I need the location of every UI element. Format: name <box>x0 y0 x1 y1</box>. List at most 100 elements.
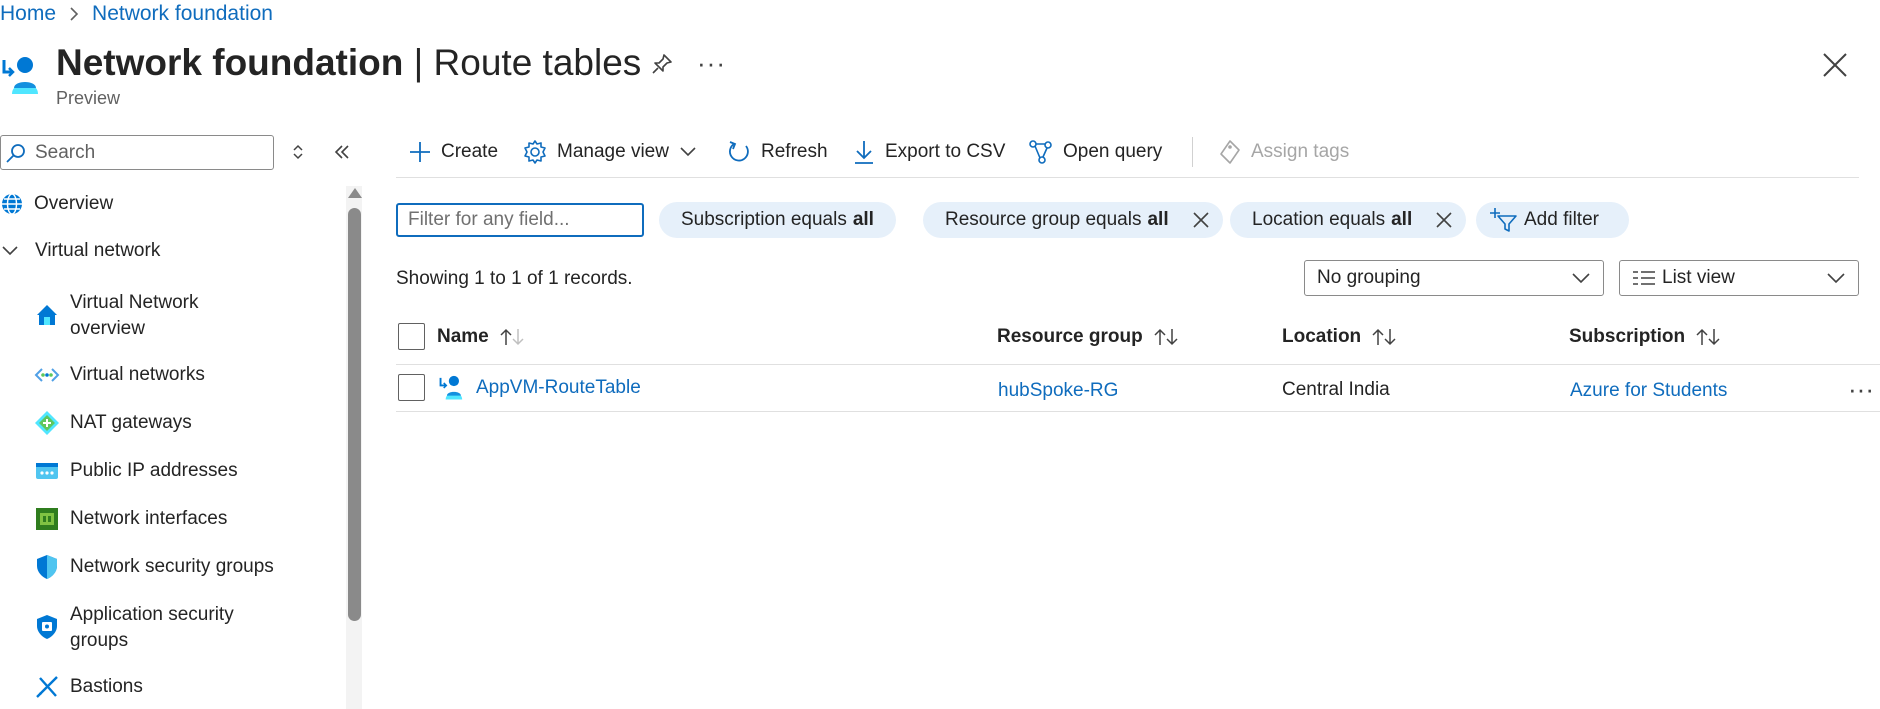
column-header-subscription[interactable]: Subscription <box>1569 326 1721 348</box>
column-header-label: Location <box>1282 326 1362 347</box>
select-all-checkbox[interactable] <box>398 323 425 350</box>
sidebar-item-network-interfaces[interactable]: Network interfaces <box>34 506 227 532</box>
open-query-button[interactable]: Open query <box>1028 137 1162 167</box>
sort-asc-icon[interactable] <box>499 327 525 347</box>
breadcrumb: Home Network foundation <box>0 0 273 28</box>
sidebar-scroll-thumb[interactable] <box>348 208 361 621</box>
remove-filter-icon[interactable] <box>1191 210 1211 230</box>
nsg-shield-icon <box>34 554 60 580</box>
table-row-location-cell: Central India <box>1282 379 1390 400</box>
assign-tags-button[interactable]: Assign tags <box>1218 137 1349 167</box>
close-icon[interactable] <box>1820 50 1850 80</box>
filter-pill-label: Location equals <box>1252 209 1386 230</box>
sidebar-item-label: Network security groups <box>70 556 274 577</box>
chevron-right-icon <box>68 6 80 22</box>
pin-icon[interactable] <box>650 52 674 76</box>
public-ip-icon <box>34 458 60 484</box>
table-row-subscription-cell: Azure for Students <box>1570 380 1727 402</box>
add-filter-button[interactable]: Add filter <box>1476 202 1629 238</box>
export-csv-label: Export to CSV <box>885 141 1006 162</box>
column-header-label: Subscription <box>1569 326 1686 347</box>
sort-icon[interactable] <box>1371 327 1397 347</box>
filter-pill-value: all <box>1391 209 1413 230</box>
more-options-icon[interactable]: ··· <box>697 48 726 79</box>
sidebar-item-label-line2: overview <box>70 318 145 339</box>
sidebar-item-bastions[interactable]: Bastions <box>34 674 143 700</box>
chevron-down-icon <box>678 145 698 159</box>
create-button[interactable]: Create <box>408 137 498 167</box>
add-filter-label: Add filter <box>1524 209 1599 230</box>
page-subtitle: Preview <box>56 88 121 108</box>
scroll-up-arrow-icon[interactable] <box>348 188 362 198</box>
assign-tags-label: Assign tags <box>1251 141 1350 162</box>
route-table-icon <box>438 374 466 402</box>
filter-pill-subscription[interactable]: Subscription equals all <box>659 202 896 238</box>
add-filter-icon <box>1490 207 1518 233</box>
sort-updown-icon[interactable] <box>291 143 305 161</box>
column-header-label: Name <box>437 326 489 347</box>
view-dropdown[interactable]: List view <box>1619 260 1859 296</box>
sidebar-group-virtual-network[interactable]: Virtual network <box>0 240 160 262</box>
sidebar-item-label: Network interfaces <box>70 508 228 529</box>
sidebar-item-nsg[interactable]: Network security groups <box>34 554 274 580</box>
route-table-icon <box>0 54 44 98</box>
refresh-label: Refresh <box>761 141 828 162</box>
bastion-icon <box>34 674 60 700</box>
sidebar-item-public-ip[interactable]: Public IP addresses <box>34 458 238 484</box>
sort-icon[interactable] <box>1695 327 1721 347</box>
sidebar-item-overview[interactable]: Overview <box>0 192 113 216</box>
checkbox[interactable] <box>398 374 425 401</box>
resource-name-link[interactable]: AppVM-RouteTable <box>476 377 641 399</box>
house-icon <box>34 302 60 328</box>
filter-pill-label: Subscription equals <box>681 209 847 230</box>
search-icon <box>5 142 27 164</box>
filter-input[interactable] <box>396 203 644 237</box>
filter-pill-resource-group[interactable]: Resource group equals all <box>923 202 1223 238</box>
create-label: Create <box>441 141 499 162</box>
toolbar-divider <box>1192 137 1193 167</box>
resource-group-link[interactable]: hubSpoke-RG <box>998 380 1118 402</box>
subscription-link[interactable]: Azure for Students <box>1570 380 1727 402</box>
sidebar-item-nat-gateways[interactable]: NAT gateways <box>34 410 192 436</box>
plus-icon <box>408 140 432 164</box>
sidebar-item-label: Public IP addresses <box>70 460 238 481</box>
column-header-resource-group[interactable]: Resource group <box>997 326 1179 348</box>
sidebar-item-label: NAT gateways <box>70 412 192 433</box>
filter-pill-value: all <box>852 209 874 230</box>
nat-gateway-icon <box>34 410 60 436</box>
sidebar-item-virtual-networks[interactable]: Virtual networks <box>34 362 205 388</box>
sidebar-search[interactable] <box>0 135 274 170</box>
vnet-icon <box>34 362 60 388</box>
list-view-icon <box>1632 269 1656 287</box>
manage-view-button[interactable]: Manage view <box>522 137 698 167</box>
toolbar-separator <box>396 177 1859 178</box>
grouping-selected-value: No grouping <box>1317 267 1421 288</box>
filter-pill-location[interactable]: Location equals all <box>1230 202 1467 238</box>
row-more-options-icon[interactable]: ··· <box>1848 374 1874 405</box>
checkbox[interactable] <box>398 323 425 350</box>
chevron-down-icon <box>0 244 24 258</box>
sidebar-item-label: Virtual Network <box>70 292 199 313</box>
grouping-dropdown[interactable]: No grouping <box>1304 260 1604 296</box>
query-graph-icon <box>1028 139 1054 165</box>
column-header-location[interactable]: Location <box>1282 326 1397 348</box>
sidebar-search-input[interactable] <box>35 141 255 164</box>
breadcrumb-home-link[interactable]: Home <box>0 2 56 26</box>
column-header-label: Resource group <box>997 326 1143 347</box>
remove-filter-icon[interactable] <box>1434 210 1454 230</box>
sidebar-item-label: Application security <box>70 604 234 625</box>
page-title: Network foundation | Route tables <box>56 42 641 84</box>
row-checkbox[interactable] <box>398 374 425 401</box>
sidebar-item-label: Virtual networks <box>70 364 205 385</box>
export-csv-button[interactable]: Export to CSV <box>852 137 1005 167</box>
title-blade-name: | Route tables <box>413 42 642 83</box>
sidebar-item-vnet-overview[interactable]: Virtual Network overview <box>34 290 198 342</box>
breadcrumb-current-link[interactable]: Network foundation <box>92 2 273 26</box>
refresh-button[interactable]: Refresh <box>726 137 828 167</box>
open-query-label: Open query <box>1063 141 1163 162</box>
sidebar-item-asg[interactable]: Application security groups <box>34 602 234 654</box>
collapse-sidebar-icon[interactable] <box>331 141 353 163</box>
column-header-name[interactable]: Name <box>437 326 525 348</box>
sort-icon[interactable] <box>1153 327 1179 347</box>
chevron-down-icon <box>1571 271 1591 285</box>
